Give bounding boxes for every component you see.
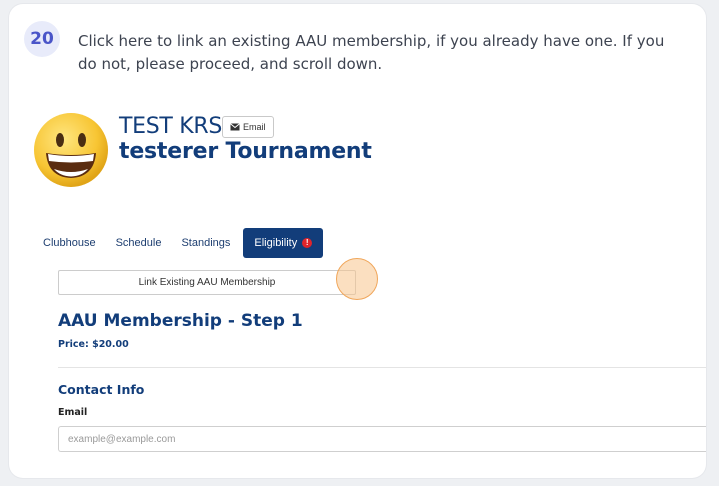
tab-eligibility-label: Eligibility: [254, 237, 298, 249]
tab-schedule[interactable]: Schedule: [106, 228, 172, 258]
click-indicator: [336, 258, 378, 300]
organization-name: TEST KRS: [119, 114, 223, 139]
email-button-label: Email: [243, 122, 266, 132]
step-instruction: Click here to link an existing AAU membe…: [78, 32, 665, 73]
step-number-badge: 20: [24, 21, 60, 57]
divider: [58, 367, 706, 368]
event-name: testerer Tournament: [119, 139, 372, 164]
link-existing-membership-button[interactable]: Link Existing AAU Membership: [58, 270, 356, 295]
email-button[interactable]: Email: [222, 116, 274, 138]
envelope-icon: [230, 123, 240, 131]
step-card: 20 Click here to link an existing AAU me…: [9, 4, 706, 478]
tab-standings[interactable]: Standings: [171, 228, 240, 258]
membership-step-title: AAU Membership - Step 1: [58, 311, 303, 331]
email-field-label: Email: [58, 407, 88, 418]
tab-clubhouse[interactable]: Clubhouse: [33, 228, 106, 258]
contact-info-heading: Contact Info: [58, 382, 145, 397]
email-field[interactable]: [58, 426, 706, 452]
tab-bar: Clubhouse Schedule Standings Eligibility…: [33, 228, 324, 258]
tab-eligibility[interactable]: Eligibility !: [243, 228, 324, 258]
membership-price: Price: $20.00: [58, 339, 129, 350]
alert-icon: !: [302, 238, 313, 248]
grinning-face-icon: [32, 111, 110, 194]
